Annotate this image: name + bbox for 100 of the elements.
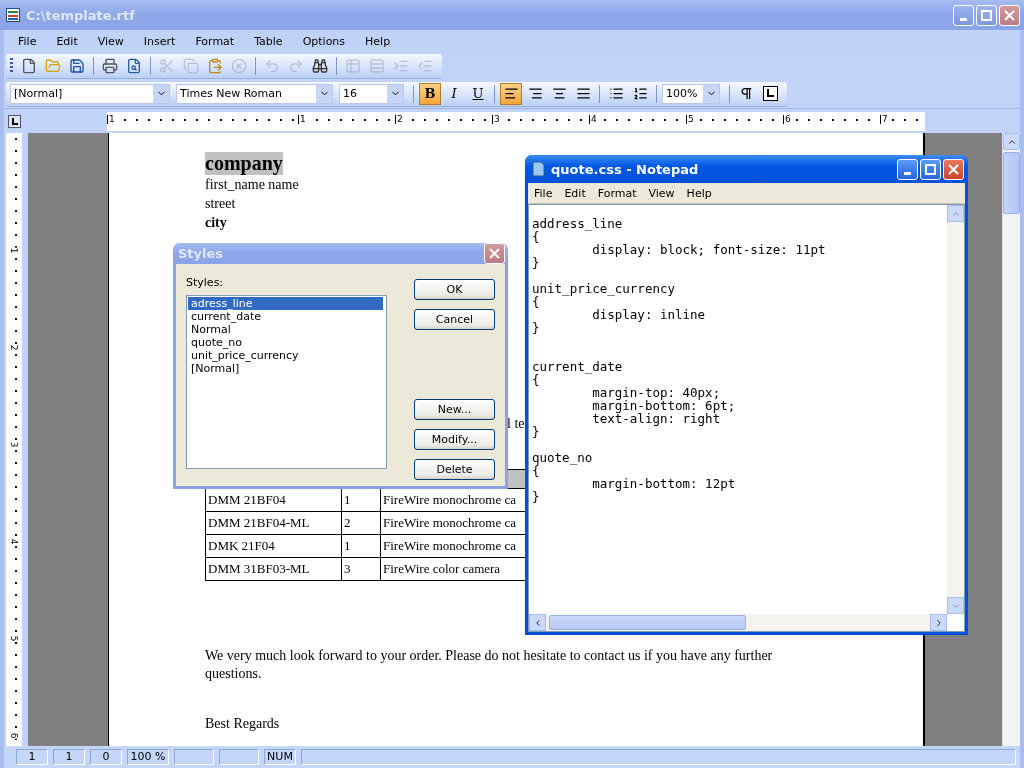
tab-type-icon[interactable]	[8, 114, 21, 128]
align-center-icon	[551, 86, 567, 101]
ruler-number: 4	[9, 538, 19, 545]
scroll-thumb[interactable]	[1003, 152, 1020, 214]
ruler-number: 3	[493, 113, 500, 124]
redo-icon	[288, 57, 304, 74]
menu-item[interactable]: Insert	[133, 34, 186, 48]
ruler-number: 6	[784, 113, 791, 124]
table-cell: 3	[341, 557, 381, 581]
pilcrow-icon	[738, 86, 754, 101]
align-right-icon	[527, 86, 543, 101]
style-item[interactable]: adress_line	[188, 297, 383, 310]
ruler-number: 6	[9, 732, 19, 739]
status-panel	[174, 749, 214, 765]
maximize-icon	[925, 163, 936, 175]
maximize-button[interactable]	[976, 4, 997, 26]
font-size-dropdown[interactable]: 16	[339, 83, 404, 104]
print-preview-icon	[126, 57, 142, 74]
rows-icon	[369, 57, 385, 74]
scroll-thumb[interactable]	[549, 615, 746, 630]
address-line: city	[205, 214, 227, 232]
maximize-icon	[981, 9, 992, 21]
binoculars-icon	[312, 57, 328, 74]
minimize-icon	[960, 17, 967, 21]
app-icon	[6, 8, 20, 22]
dialog-button[interactable]: Cancel	[414, 309, 495, 330]
tab-stop-icon	[762, 86, 778, 101]
ruler-number: 1	[108, 113, 115, 124]
sign-off: Best Regards	[205, 715, 281, 732]
align-left-button[interactable]	[500, 82, 522, 105]
status-panel	[219, 749, 259, 765]
menu-item[interactable]: Edit	[558, 186, 592, 200]
menu-item[interactable]: File	[8, 34, 47, 48]
vertical-scrollbar[interactable]	[947, 205, 964, 614]
font-dropdown[interactable]: Times New Roman	[176, 83, 333, 104]
zoom-dropdown[interactable]: 100%	[662, 83, 720, 104]
close-icon	[1004, 9, 1015, 21]
dialog-button[interactable]: OK	[414, 279, 495, 300]
style-item[interactable]: [Normal]	[188, 362, 383, 375]
ruler-number: 4	[590, 113, 597, 124]
paste-icon	[207, 57, 223, 74]
delete-icon	[231, 57, 247, 74]
italic-button[interactable]: I	[443, 82, 465, 105]
status-panel: 0	[90, 749, 122, 765]
ruler-number: 5	[9, 635, 19, 642]
menu-item[interactable]: Options	[292, 34, 356, 48]
menu-item[interactable]: Format	[591, 186, 643, 200]
list-label: Styles:	[186, 276, 225, 289]
window-title: C:\template.rtf	[26, 7, 136, 23]
dialog-button[interactable]: New...	[414, 399, 495, 420]
menu-item[interactable]: Edit	[46, 34, 88, 48]
status-panel: 100 %	[127, 749, 169, 765]
table-icon	[345, 57, 361, 74]
close-button[interactable]	[943, 158, 964, 180]
style-item[interactable]: current_date	[188, 310, 383, 323]
menu-item[interactable]: View	[642, 186, 681, 200]
ruler-number: 2	[396, 113, 403, 124]
style-item[interactable]: quote_no	[188, 336, 383, 349]
closing-paragraph: We very much look forward to your order. Please do not hesitate to contact us if you have any further questions.	[205, 647, 774, 683]
style-item[interactable]: unit_price_currency	[188, 349, 383, 362]
window-title: quote.css - Notepad	[551, 161, 700, 177]
status-panel: NUM	[264, 749, 296, 765]
align-left-icon	[503, 86, 519, 101]
vertical-ruler[interactable]: 1 2 3 4 5 6	[6, 133, 22, 746]
undo-icon	[264, 57, 280, 74]
table-cell: 1	[341, 534, 381, 558]
underline-button[interactable]: U	[467, 82, 489, 105]
minimize-icon	[904, 171, 911, 175]
style-item[interactable]: Normal	[188, 323, 383, 336]
partial-text: l te	[507, 415, 526, 433]
numbered-list-icon	[632, 86, 648, 101]
horizontal-ruler[interactable]: 1 1 2 3 4 5 6 7	[107, 111, 925, 131]
dialog-button[interactable]: Modify...	[414, 429, 495, 450]
notepad-icon	[531, 161, 545, 177]
address-line: first_name name	[205, 176, 299, 194]
minimize-button[interactable]	[953, 4, 974, 26]
horizontal-scrollbar[interactable]	[529, 614, 947, 631]
company-heading: company	[205, 152, 283, 175]
menu-item[interactable]: Format	[185, 34, 245, 48]
vertical-scrollbar[interactable]	[1002, 133, 1020, 746]
menu-item[interactable]: View	[87, 34, 134, 48]
ruler-number: 5	[687, 113, 694, 124]
bold-button[interactable]: B	[419, 82, 441, 105]
menu-item[interactable]: Help	[680, 186, 718, 200]
menu-item[interactable]: Table	[244, 34, 293, 48]
table-cell: DMM 31BF03-ML	[205, 557, 342, 581]
printer-icon	[102, 57, 118, 74]
style-dropdown[interactable]: [Normal]	[10, 83, 170, 104]
menu-item[interactable]: File	[528, 186, 559, 200]
table-cell: DMM 21BF04-ML	[205, 511, 342, 535]
document-icon	[21, 57, 37, 74]
dialog-button[interactable]: Delete	[414, 459, 495, 480]
ruler-number: 2	[9, 344, 19, 351]
ruler-number: 1	[299, 113, 306, 124]
close-button[interactable]	[999, 4, 1020, 26]
status-panel: 1	[53, 749, 85, 765]
close-button[interactable]	[484, 243, 505, 264]
menu-item[interactable]: Help	[355, 34, 401, 48]
maximize-button[interactable]	[920, 158, 941, 180]
styles-list[interactable]: adress_line current_date Normal quote_no unit_price_currency [Normal]	[186, 295, 387, 469]
